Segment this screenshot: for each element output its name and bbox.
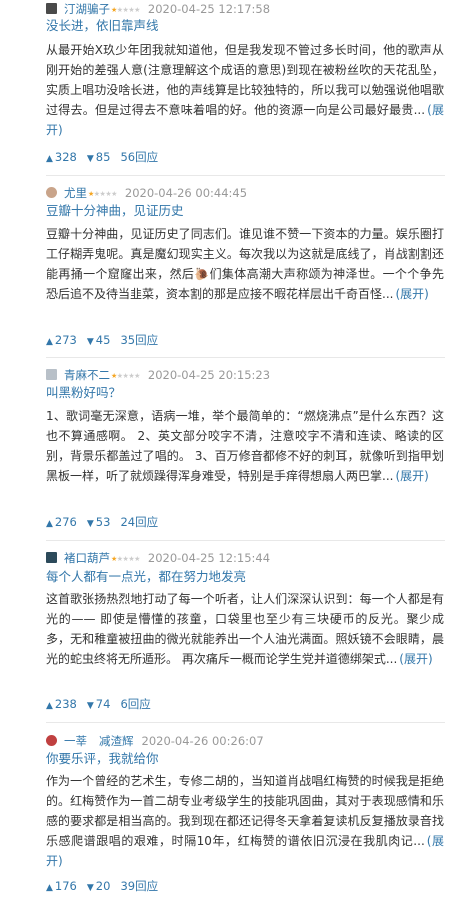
arrow-down-icon: ▼ <box>86 337 94 347</box>
expand-link[interactable]: (展开) <box>399 652 432 666</box>
downvote-button[interactable]: ▼ 53 <box>87 515 111 531</box>
username-link[interactable]: 青麻不二 <box>64 368 110 382</box>
replies-link[interactable]: 6回应 <box>120 697 150 711</box>
review-meta: 褚口葫芦★★★★★ 2020-04-25 12:15:44 <box>64 551 270 566</box>
username-link[interactable]: 褚口葫芦 <box>64 551 110 565</box>
downvote-count: 20 <box>95 879 111 893</box>
review-actions: ▲ 176 ▼ 20 39回应 <box>46 879 158 895</box>
upvote-button[interactable]: ▲ 276 <box>46 515 77 531</box>
star-rating: ★★★★★ <box>111 555 140 563</box>
review-title[interactable]: 每个人都有一点光，都在努力地发亮 <box>46 569 246 585</box>
review-meta: 汀湖骗子★★★★★ 2020-04-25 12:17:58 <box>64 2 270 17</box>
review-actions: ▲ 273 ▼ 45 35回应 <box>46 333 158 349</box>
expand-link[interactable]: (展开) <box>395 287 428 301</box>
downvote-count: 74 <box>95 697 111 711</box>
arrow-down-icon: ▼ <box>86 154 94 164</box>
upvote-button[interactable]: ▲ 238 <box>46 697 77 713</box>
upvote-count: 273 <box>54 333 77 347</box>
review-body: 从最开始X玖少年团我就知道他，但是我发现不管过多长时间，他的歌声从刚开始的差强人… <box>46 40 444 140</box>
divider <box>46 357 445 358</box>
downvote-button[interactable]: ▼ 74 <box>87 697 111 713</box>
review-actions: ▲ 238 ▼ 74 6回应 <box>46 697 151 713</box>
downvote-button[interactable]: ▼ 45 <box>87 333 111 349</box>
replies-link[interactable]: 24回应 <box>120 515 158 529</box>
avatar[interactable] <box>46 735 57 746</box>
divider <box>46 722 445 723</box>
review-body: 豆瓣十分神曲，见证历史了同志们。谁见谁不赞一下资本的力量。娱乐圈打工仔糊弄鬼呢。… <box>46 224 444 304</box>
avatar[interactable] <box>46 369 57 380</box>
review-text: 1、歌词毫无深意，语病一堆，举个最简单的：“燃烧沸点”是什么东西？这也不算通感啊… <box>46 409 444 483</box>
arrow-up-icon: ▲ <box>46 337 53 347</box>
upvote-count: 276 <box>54 515 77 529</box>
star-rating: ★★★★★ <box>111 372 140 380</box>
arrow-up-icon: ▲ <box>46 154 53 164</box>
review-time: 2020-04-26 00:26:07 <box>141 734 264 748</box>
review-body: 作为一个曾经的艺术生，专修二胡的，当知道肖战唱红梅赞的时候我是拒绝的。红梅赞作为… <box>46 771 444 871</box>
arrow-down-icon: ▼ <box>86 883 94 893</box>
arrow-up-icon: ▲ <box>46 701 53 711</box>
review-body: 这首歌张扬热烈地打动了每一个听者，让人们深深认识到：每一个人都是有光的—— 即使… <box>46 589 444 669</box>
expand-link[interactable]: (展开) <box>395 469 428 483</box>
avatar[interactable] <box>46 187 57 198</box>
review-time: 2020-04-26 00:44:45 <box>124 186 248 200</box>
review-title[interactable]: 叫黑粉好吗？ <box>46 385 121 401</box>
downvote-button[interactable]: ▼ 85 <box>87 150 111 166</box>
review-meta: 尤里★★★★★ 2020-04-26 00:44:45 <box>64 186 247 201</box>
username-link[interactable]: 汀湖骗子 <box>64 2 110 16</box>
review-text: 豆瓣十分神曲，见证历史了同志们。谁见谁不赞一下资本的力量。娱乐圈打工仔糊弄鬼呢。… <box>46 227 444 301</box>
review-title[interactable]: 没长进，依旧靠声线 <box>46 18 159 34</box>
upvote-button[interactable]: ▲ 328 <box>46 150 77 166</box>
replies-link[interactable]: 35回应 <box>120 333 158 347</box>
review-time: 2020-04-25 12:17:58 <box>147 2 271 16</box>
downvote-count: 53 <box>95 515 111 529</box>
upvote-button[interactable]: ▲ 273 <box>46 333 77 349</box>
review-time: 2020-04-25 12:15:44 <box>147 551 271 565</box>
user-tag: 减渣辉 <box>99 734 134 748</box>
review-meta: 青麻不二★★★★★ 2020-04-25 20:15:23 <box>64 368 270 383</box>
replies-link[interactable]: 39回应 <box>120 879 158 893</box>
upvote-count: 328 <box>54 150 77 164</box>
arrow-up-icon: ▲ <box>46 883 53 893</box>
arrow-down-icon: ▼ <box>86 701 94 711</box>
review-text: 这首歌张扬热烈地打动了每一个听者，让人们深深认识到：每一个人都是有光的—— 即使… <box>46 592 444 666</box>
review-actions: ▲ 328 ▼ 85 56回应 <box>46 150 158 166</box>
replies-link[interactable]: 56回应 <box>120 150 158 164</box>
review-title[interactable]: 你要乐评，我就给你 <box>46 751 159 767</box>
downvote-count: 45 <box>95 333 111 347</box>
username-link[interactable]: 尤里 <box>64 186 87 200</box>
avatar[interactable] <box>46 552 57 563</box>
upvote-count: 176 <box>54 879 77 893</box>
avatar[interactable] <box>46 3 57 14</box>
review-actions: ▲ 276 ▼ 53 24回应 <box>46 515 158 531</box>
review-body: 1、歌词毫无深意，语病一堆，举个最简单的：“燃烧沸点”是什么东西？这也不算通感啊… <box>46 406 444 486</box>
downvote-count: 85 <box>95 150 111 164</box>
star-rating: ★★★★★ <box>111 6 140 14</box>
upvote-button[interactable]: ▲ 176 <box>46 879 77 895</box>
upvote-count: 238 <box>54 697 77 711</box>
review-time: 2020-04-25 20:15:23 <box>147 368 271 382</box>
star-rating: ★★★★★ <box>88 190 117 198</box>
arrow-down-icon: ▼ <box>86 519 94 529</box>
username-link[interactable]: 一莘 <box>64 734 87 748</box>
divider <box>46 540 445 541</box>
divider <box>46 175 445 176</box>
review-text: 作为一个曾经的艺术生，专修二胡的，当知道肖战唱红梅赞的时候我是拒绝的。红梅赞作为… <box>46 774 444 848</box>
review-text: 从最开始X玖少年团我就知道他，但是我发现不管过多长时间，他的歌声从刚开始的差强人… <box>46 43 444 117</box>
arrow-up-icon: ▲ <box>46 519 53 529</box>
downvote-button[interactable]: ▼ 20 <box>87 879 111 895</box>
review-meta: 一莘 减渣辉 2020-04-26 00:26:07 <box>64 734 264 748</box>
review-list: 汀湖骗子★★★★★ 2020-04-25 12:17:58 没长进，依旧靠声线 从… <box>0 0 455 903</box>
review-title[interactable]: 豆瓣十分神曲，见证历史 <box>46 203 184 219</box>
